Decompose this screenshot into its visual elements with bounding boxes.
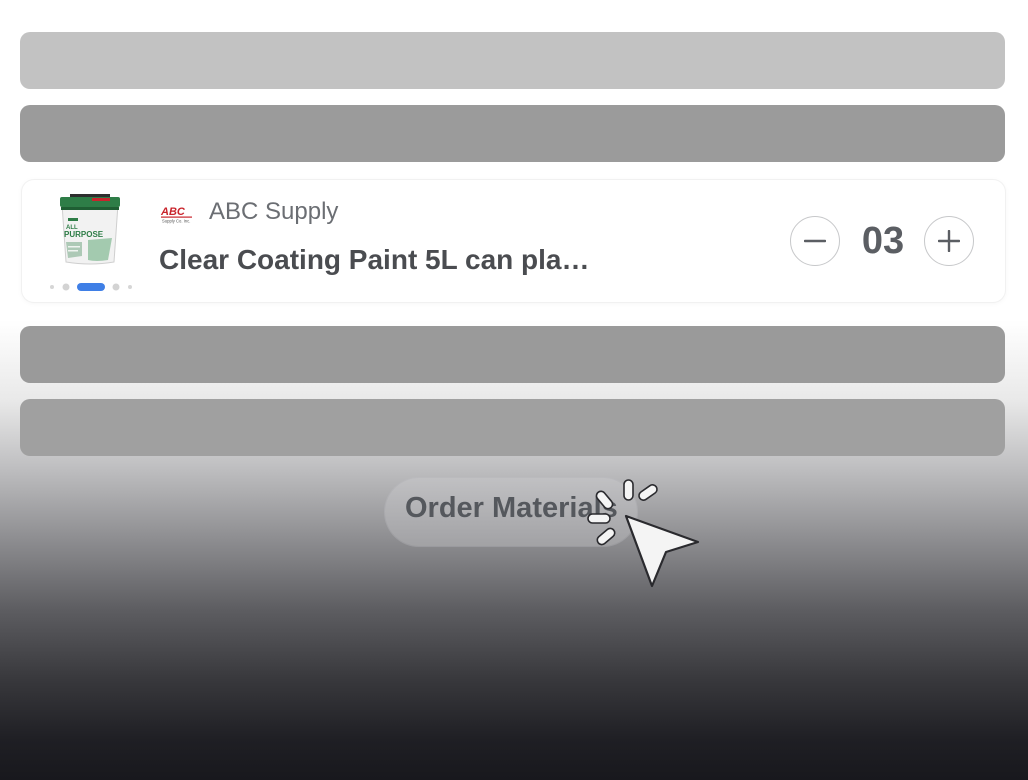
image-carousel-indicator[interactable] <box>50 278 132 291</box>
product-name[interactable]: Clear Coating Paint 5L can pla… <box>159 244 589 276</box>
placeholder-item-1 <box>20 32 1005 89</box>
decrease-quantity-button[interactable] <box>790 216 840 266</box>
logo-text: ABC <box>160 206 186 218</box>
minus-icon <box>804 239 826 243</box>
placeholder-item-2 <box>20 105 1005 162</box>
logo-subtext: Supply Co. Inc. <box>162 219 190 224</box>
carousel-dot[interactable] <box>112 283 120 291</box>
svg-text:PURPOSE: PURPOSE <box>64 230 104 239</box>
cart-item-card: ALL PURPOSE ABC Supply Co. Inc. ABC Supp… <box>22 180 1005 302</box>
product-image[interactable]: ALL PURPOSE <box>52 194 128 266</box>
paint-bucket-icon: ALL PURPOSE <box>60 194 120 265</box>
supplier-name: ABC Supply <box>209 198 339 225</box>
quantity-value: 03 <box>861 220 905 262</box>
placeholder-item-4 <box>20 399 1005 456</box>
increase-quantity-button[interactable] <box>924 216 974 266</box>
carousel-dot-active[interactable] <box>77 283 105 291</box>
carousel-dot[interactable] <box>50 285 54 289</box>
abc-supply-logo: ABC Supply Co. Inc. <box>160 204 194 224</box>
click-cursor-icon <box>580 470 710 600</box>
carousel-dot[interactable] <box>128 285 132 289</box>
placeholder-item-3 <box>20 326 1005 383</box>
carousel-dot[interactable] <box>62 283 70 291</box>
plus-icon <box>938 230 960 252</box>
